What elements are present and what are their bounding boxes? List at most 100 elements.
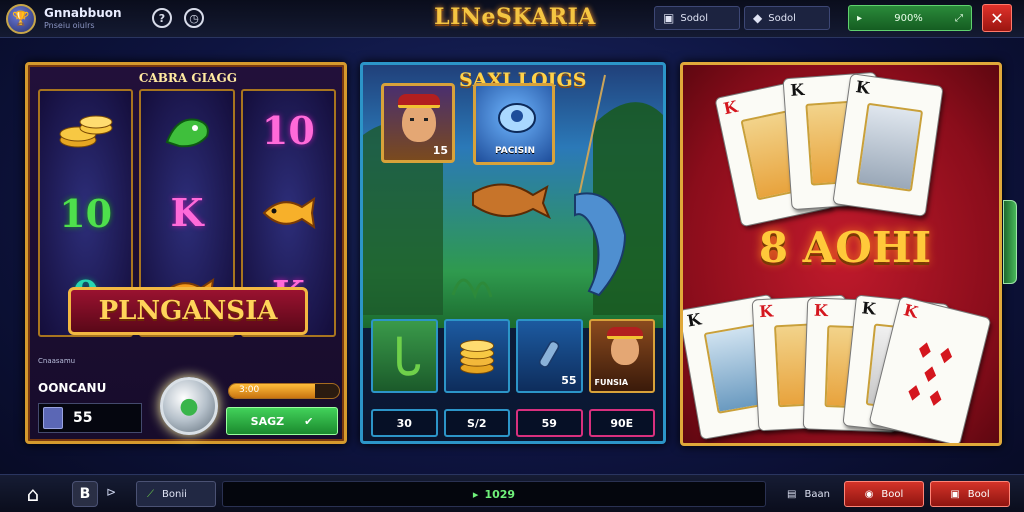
help-icon[interactable]: ?	[152, 8, 172, 28]
b-button[interactable]: B	[72, 481, 98, 507]
play-indicator-icon: ▸	[472, 487, 479, 501]
eyes	[410, 118, 428, 121]
wallet-icon: ▣	[663, 11, 675, 25]
card-rank: K	[854, 77, 871, 98]
slot-progress-bar: 3:00	[228, 383, 340, 399]
slot-title: CABRA GIAGG	[138, 71, 238, 85]
gift-icon: ▣	[950, 488, 960, 500]
bet-value: 55	[73, 410, 93, 426]
bonus-label: Bonii	[162, 488, 187, 500]
center-value: 1029	[484, 487, 516, 501]
user-subtitle: Pnseiu oiulrs	[44, 21, 95, 30]
coin-stack-icon	[459, 339, 494, 374]
spin-ball-icon: ●	[179, 393, 199, 419]
trophy-icon: 🏆	[12, 11, 30, 27]
slot-banner: PLNGANSIA	[68, 287, 308, 335]
currency-chip-1[interactable]: ▣ Sodol	[654, 6, 740, 30]
red-button-2-label: Bool	[967, 488, 990, 500]
fishing-item-tray: 55 FUNSIA	[371, 319, 655, 393]
check-icon: ✔	[304, 414, 314, 428]
value-box[interactable]: 90E	[588, 409, 655, 437]
fish-icon	[262, 196, 316, 230]
card-rank: K	[860, 298, 877, 319]
value-box[interactable]: 30	[371, 409, 438, 437]
bait-pouch[interactable]: PACISIN	[473, 83, 555, 165]
bottom-bar: ⌂ B ⊳ ⟋ Bonii ▸ 1029 ▤ Baan ◉ Bool ▣ Boo…	[0, 474, 1024, 512]
value-box[interactable]: 59	[516, 409, 583, 437]
red-button-1-label: Bool	[881, 488, 904, 500]
balance-value: 900%	[894, 12, 923, 24]
reel-symbol: 10	[59, 190, 113, 236]
face	[402, 102, 436, 142]
card-rank: K	[758, 301, 774, 322]
game-title: LINeSKARIA	[434, 4, 596, 30]
reel-symbol: 10	[261, 108, 315, 154]
tray-item-character[interactable]: FUNSIA	[588, 319, 655, 393]
fishing-game-panel[interactable]: SAXI LOIGS 15 PACISIN 55 FUNSIA 30 S/2 5…	[360, 62, 666, 444]
home-icon[interactable]: ⌂	[20, 482, 46, 506]
play-icon[interactable]: ⊳	[106, 485, 116, 499]
card-rank: K	[721, 96, 740, 119]
bait-icon	[498, 103, 536, 133]
card-rank: K	[685, 309, 703, 331]
card-rank: K	[901, 300, 920, 322]
center-readout: ▸ 1029	[222, 481, 766, 507]
tray-value: 55	[561, 374, 577, 387]
bank-button[interactable]: ▤ Baan	[776, 481, 838, 507]
slot-action-button[interactable]: SAGZ ✔	[226, 407, 338, 435]
portrait-label: 15	[432, 144, 448, 157]
bet-icon	[43, 407, 63, 429]
card-face-art	[856, 102, 924, 192]
fisher-portrait[interactable]: 15	[381, 83, 455, 163]
chip-2-label: Sodol	[768, 12, 796, 24]
slot-game-panel[interactable]: CABRA GIAGG 10 0 K 10	[25, 62, 347, 444]
avatar[interactable]: 🏆	[6, 4, 36, 34]
timer-icon[interactable]: ◷	[184, 8, 204, 28]
side-drawer-tab[interactable]	[1003, 200, 1017, 284]
bank-icon: ▤	[787, 488, 797, 500]
tray-item-rod[interactable]	[371, 319, 438, 393]
close-button[interactable]: ✕	[982, 4, 1012, 32]
slot-small-caption: Cnaasamu	[38, 357, 76, 365]
red-button-1[interactable]: ◉ Bool	[844, 481, 924, 507]
bet-display[interactable]: 55	[38, 403, 142, 433]
card-game-title: 8 AOHI	[758, 223, 932, 272]
diamond-pips	[908, 342, 953, 406]
card-game-panel[interactable]: K K K 8 AOHI K K K K K	[680, 62, 1002, 446]
gold-coins-icon	[59, 115, 113, 148]
pouch-label: PACISIN	[494, 146, 536, 156]
tray-item-lure[interactable]: 55	[516, 319, 583, 393]
gem-icon: ◆	[753, 11, 763, 25]
red-button-2[interactable]: ▣ Bool	[930, 481, 1010, 507]
tray-item-coins[interactable]	[443, 319, 510, 393]
dragon-icon	[165, 118, 209, 148]
chip-icon: ◉	[864, 488, 874, 500]
bank-label: Baan	[804, 488, 830, 500]
playing-card[interactable]: K	[832, 73, 944, 217]
tray-value: FUNSIA	[594, 378, 629, 387]
balance-chip[interactable]: ▸ 900% ⤢	[848, 5, 972, 31]
top-bar: 🏆 Gnnabbuon Pnseiu oiulrs ? ◷ LINeSKARIA…	[0, 0, 1024, 38]
lure-icon	[539, 340, 560, 368]
hat	[398, 94, 440, 108]
slot-controls: Cnaasamu OONCANU 55 ● 3:00 SAGZ ✔	[28, 347, 344, 443]
currency-chip-2[interactable]: ◆ Sodol	[744, 6, 830, 30]
spin-button[interactable]: ●	[160, 377, 218, 435]
bonus-button[interactable]: ⟋ Bonii	[136, 481, 216, 507]
chip-1-label: Sodol	[680, 12, 709, 24]
fishing-hook-icon	[397, 336, 421, 376]
slot-bet-label: OONCANU	[38, 381, 107, 395]
user-name: Gnnabbuon	[44, 6, 122, 20]
card-face-art	[894, 326, 969, 420]
hat	[606, 327, 643, 339]
value-box[interactable]: S/2	[443, 409, 510, 437]
reel-symbol: K	[170, 190, 204, 235]
leaf-icon: ⟋	[147, 488, 154, 500]
plus-icon: ▸	[857, 12, 863, 24]
card-rank: K	[789, 79, 805, 100]
arrow-icon: ⤢	[955, 12, 963, 24]
card-rank: K	[813, 300, 829, 321]
slot-action-label: SAGZ	[250, 414, 285, 428]
fishing-values: 30 S/2 59 90E	[371, 409, 655, 437]
progress-label: 3:00	[239, 385, 260, 395]
